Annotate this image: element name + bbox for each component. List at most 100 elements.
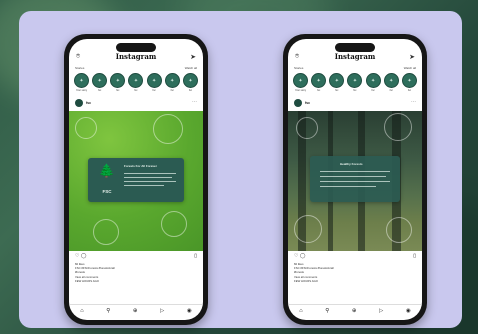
story-avatar-icon: ✦ (182, 73, 198, 88)
text-line (124, 181, 176, 183)
story-label: fsc (134, 89, 138, 92)
app-topbar: ⌾ Instagram ➤ (288, 52, 422, 64)
phone-notch (335, 43, 375, 52)
search-icon[interactable]: ⚲ (106, 308, 110, 314)
story-item[interactable]: ✦ Your story (293, 73, 308, 95)
story-item[interactable]: ✦ fsc (329, 73, 345, 95)
story-label: fsc (188, 89, 193, 92)
story-item[interactable]: ✦ fsc (92, 73, 108, 95)
more-options-icon[interactable]: ⋯ (192, 99, 197, 105)
post-username[interactable]: fsc (86, 101, 91, 105)
story-label: fsc (389, 89, 393, 92)
add-icon[interactable]: ⊕ (133, 308, 138, 314)
profile-icon[interactable]: ◉ (406, 308, 411, 314)
search-icon[interactable]: ⚲ (325, 308, 329, 314)
story-avatar-icon: ✦ (401, 73, 417, 88)
bookmark-icon[interactable]: ▯ (194, 253, 197, 259)
story-avatar-icon: ✦ (74, 73, 89, 88)
text-line (124, 177, 172, 179)
fsc-tree-icon: 🌲 (98, 163, 116, 178)
story-item[interactable]: ✦ fsc (347, 73, 363, 95)
home-icon[interactable]: ⌂ (80, 308, 83, 314)
post-image[interactable]: 🌲 FSC Forests For All Forever (69, 111, 203, 251)
avatar[interactable] (75, 99, 83, 107)
decorative-circle (296, 117, 318, 139)
story-item[interactable]: ✦ fsc (110, 73, 126, 95)
post-actions: ♡ ◯ ▯ (75, 253, 197, 260)
phone-screen: ⌾ Instagram ➤ Stories Watch all ✦ Your st… (288, 39, 422, 320)
phone-mockup-left: ⌾ Instagram ➤ Stories Watch all ✦ Your st… (64, 34, 208, 325)
story-label: Your story (75, 89, 88, 92)
story-avatar-icon: ✦ (146, 73, 162, 88)
forest-info-box: Healthy Forests (310, 156, 400, 202)
avatar[interactable] (294, 99, 302, 107)
text-line (124, 185, 164, 187)
reels-icon[interactable]: ▷ (160, 308, 164, 314)
decorative-circle (93, 219, 119, 245)
stories-title: Stories (75, 66, 85, 70)
stories-header: Stories Watch all (75, 66, 197, 72)
post-header: fsc ⋯ (294, 99, 416, 108)
comment-icon[interactable]: ◯ (300, 253, 306, 259)
story-label: fsc (170, 89, 174, 92)
comment-icon[interactable]: ◯ (81, 253, 87, 259)
story-item[interactable]: ✦ fsc (164, 73, 180, 95)
story-item[interactable]: ✦ fsc (182, 73, 198, 95)
story-item[interactable]: ✦ fsc (401, 73, 417, 95)
post-username[interactable]: fsc (305, 101, 310, 105)
decorative-circle (153, 114, 183, 144)
profile-icon[interactable]: ◉ (187, 308, 192, 314)
stories-row: ✦ Your story ✦ fsc ✦ fsc ✦ fsc ✦ fsc ✦ fsc ✦ fs… (74, 73, 198, 95)
box-title: Forests For All Forever (124, 164, 157, 168)
story-label: Your story (294, 89, 307, 92)
decorative-circle (294, 215, 322, 243)
home-icon[interactable]: ⌂ (299, 308, 302, 314)
story-item[interactable]: ✦ fsc (311, 73, 327, 95)
like-icon[interactable]: ♡ (294, 253, 298, 259)
story-avatar-icon: ✦ (347, 73, 363, 88)
bookmark-icon[interactable]: ▯ (413, 253, 416, 259)
phone-notch (116, 43, 156, 52)
story-avatar-icon: ✦ (128, 73, 144, 88)
story-label: fsc (353, 89, 357, 92)
stories-row: ✦ Your story ✦ fsc ✦ fsc ✦ fsc ✦ fsc ✦ fsc ✦ fs… (293, 73, 417, 95)
send-icon[interactable]: ➤ (190, 53, 196, 61)
story-item[interactable]: ✦ fsc (128, 73, 144, 95)
phone-mockup-right: ⌾ Instagram ➤ Stories Watch all ✦ Your st… (283, 34, 427, 325)
app-topbar: ⌾ Instagram ➤ (69, 52, 203, 64)
story-item[interactable]: ✦ fsc (365, 73, 381, 95)
app-brand: Instagram (334, 52, 376, 61)
story-item[interactable]: ✦ fsc (146, 73, 162, 95)
story-item[interactable]: ✦ Your story (74, 73, 89, 95)
watch-all-link[interactable]: Watch all (404, 66, 416, 70)
reels-icon[interactable]: ▷ (379, 308, 383, 314)
phone-screen: ⌾ Instagram ➤ Stories Watch all ✦ Your st… (69, 39, 203, 320)
box-title: Healthy Forests (340, 162, 363, 166)
story-avatar-icon: ✦ (383, 73, 399, 88)
app-brand: Instagram (115, 52, 157, 61)
post-time: FEW HOURS AGO (294, 279, 318, 283)
fsc-info-box: 🌲 FSC Forests For All Forever (88, 158, 184, 202)
add-icon[interactable]: ⊕ (352, 308, 357, 314)
post-image[interactable]: Healthy Forests (288, 111, 422, 251)
mockup-card: ⌾ Instagram ➤ Stories Watch all ✦ Your st… (19, 11, 462, 328)
story-avatar-icon: ✦ (365, 73, 381, 88)
story-avatar-icon: ✦ (164, 73, 180, 88)
watch-all-link[interactable]: Watch all (185, 66, 197, 70)
fsc-logo-text: FSC (102, 189, 112, 194)
send-icon[interactable]: ➤ (409, 53, 415, 61)
decorative-circle (161, 211, 187, 237)
bottom-nav: ⌂ ⚲ ⊕ ▷ ◉ (288, 304, 422, 316)
story-item[interactable]: ✦ fsc (383, 73, 399, 95)
more-options-icon[interactable]: ⋯ (411, 99, 416, 105)
story-avatar-icon: ✦ (293, 73, 308, 88)
story-avatar-icon: ✦ (311, 73, 327, 88)
stories-header: Stories Watch all (294, 66, 416, 72)
decorative-circle (75, 117, 97, 139)
story-label: fsc (407, 89, 412, 92)
stories-title: Stories (294, 66, 304, 70)
text-line (320, 176, 386, 178)
story-label: fsc (98, 89, 102, 92)
like-icon[interactable]: ♡ (75, 253, 79, 259)
text-line (320, 186, 376, 188)
